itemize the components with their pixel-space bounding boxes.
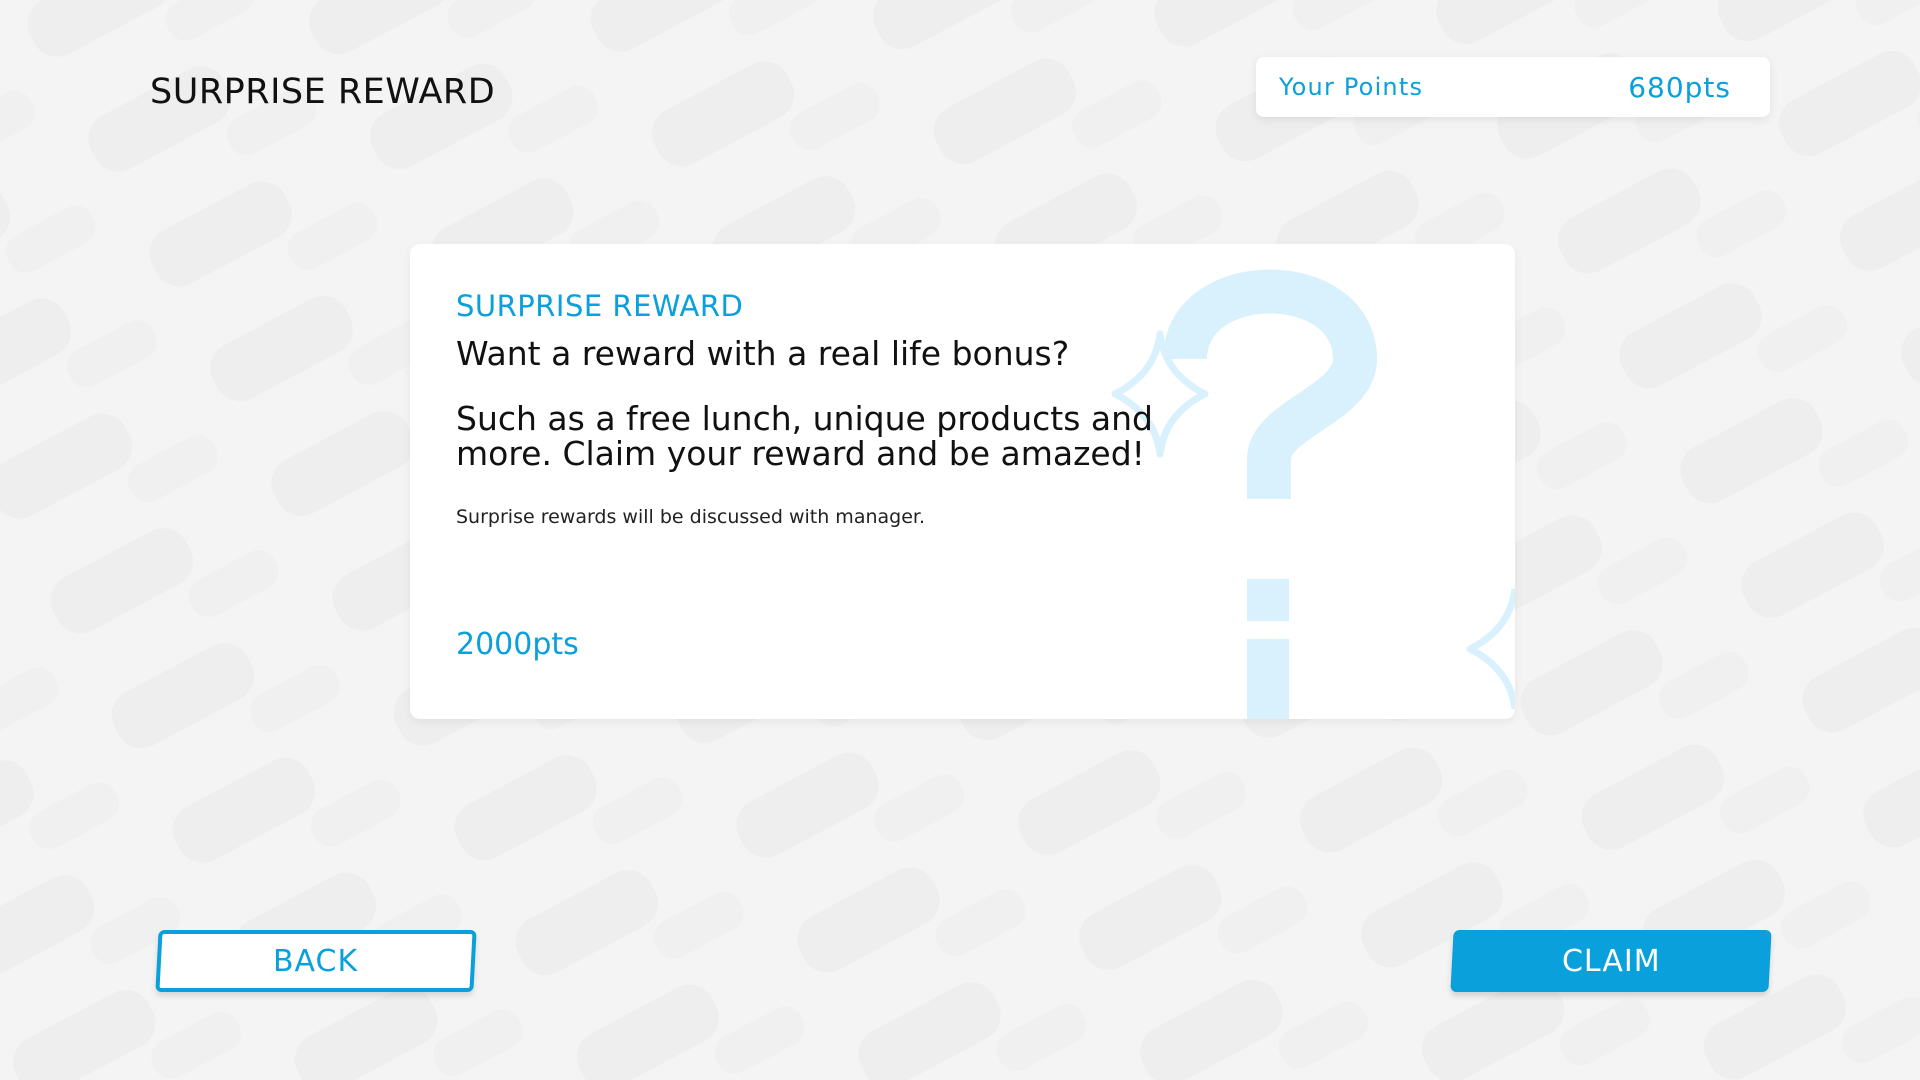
points-label: Your Points <box>1279 73 1424 101</box>
reward-headline: Want a reward with a real life bonus? <box>456 334 1070 373</box>
reward-card-text: SURPRISE REWARD Want a reward with a rea… <box>456 288 1216 530</box>
reward-description: Such as a free lunch, unique products an… <box>456 399 1153 473</box>
reward-category-label: SURPRISE REWARD <box>456 289 744 323</box>
page-title: SURPRISE REWARD <box>150 72 496 112</box>
sparkle-icon <box>1466 588 1515 710</box>
back-button-label: BACK <box>273 943 359 979</box>
points-display: Your Points 680pts <box>1256 57 1770 117</box>
claim-button-label: CLAIM <box>1561 943 1661 979</box>
back-button[interactable]: BACK <box>155 930 477 992</box>
claim-button[interactable]: CLAIM <box>1450 930 1772 992</box>
points-value: 680pts <box>1628 70 1731 104</box>
reward-note: Surprise rewards will be discussed with … <box>456 506 925 528</box>
reward-card: SURPRISE REWARD Want a reward with a rea… <box>410 244 1515 719</box>
reward-cost: 2000pts <box>456 627 579 662</box>
